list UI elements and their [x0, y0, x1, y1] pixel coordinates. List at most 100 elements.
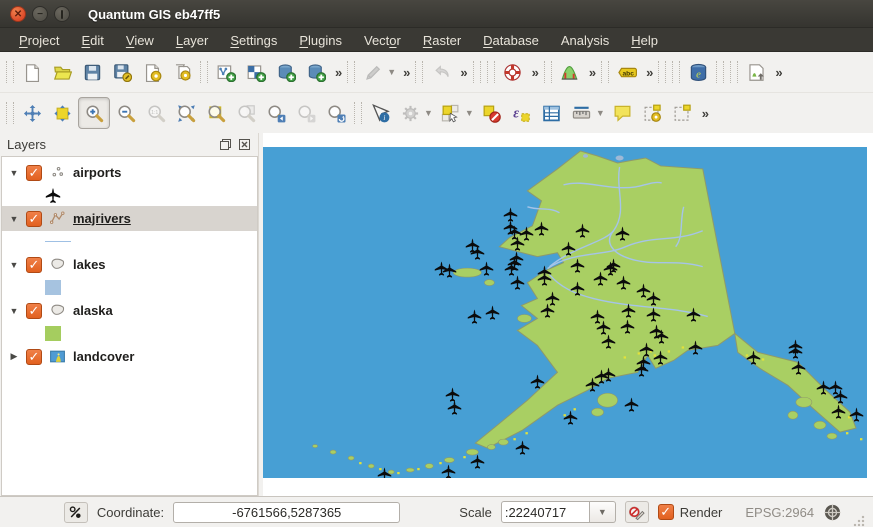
title-bar[interactable]: ✕ − Quantum GIS eb47ff5: [0, 0, 873, 28]
toolbar-drag-handle[interactable]: [716, 61, 724, 83]
layer-label[interactable]: majrivers: [73, 211, 131, 226]
layer-label[interactable]: lakes: [73, 257, 106, 272]
layer-expander-icon[interactable]: ▼: [9, 260, 19, 270]
toolbar-drag-handle[interactable]: [6, 61, 14, 83]
dropdown-arrow-icon[interactable]: ▼: [424, 108, 433, 118]
add-spatialite-layer-button[interactable]: [302, 58, 330, 86]
toolbar-drag-handle[interactable]: [200, 61, 208, 83]
zoom-native-resolution-button[interactable]: 1:1: [142, 99, 170, 127]
float-panel-icon[interactable]: [218, 138, 232, 152]
scale-dropdown-icon[interactable]: ▼: [590, 501, 616, 523]
layer-expander-icon[interactable]: ▶: [9, 351, 19, 362]
toolbar-drag-handle[interactable]: [601, 61, 609, 83]
menu-vector[interactable]: Vector: [353, 30, 412, 51]
toolbar-drag-handle[interactable]: [347, 61, 355, 83]
labeling-button[interactable]: abc: [613, 58, 641, 86]
menu-plugins[interactable]: Plugins: [288, 30, 353, 51]
scale-combo[interactable]: :22240717 ▼: [501, 501, 616, 523]
pan-to-selection-button[interactable]: [48, 99, 76, 127]
toolbar-overflow-icon[interactable]: »: [532, 65, 537, 80]
layer-expander-icon[interactable]: ▼: [9, 214, 19, 224]
zoom-out-button[interactable]: [112, 99, 140, 127]
select-by-expression-button[interactable]: ε: [508, 99, 536, 127]
layer-visibility-checkbox[interactable]: ✓: [26, 349, 42, 365]
raster-histogram-button[interactable]: [556, 58, 584, 86]
layer-item-landcover[interactable]: ▶ ✓ landcover: [2, 344, 257, 369]
help-contents-button[interactable]: [499, 58, 527, 86]
close-window-icon[interactable]: ✕: [10, 6, 26, 22]
layer-item-lakes[interactable]: ▼ ✓ lakes: [2, 252, 257, 277]
menu-layer[interactable]: Layer: [165, 30, 220, 51]
menu-settings[interactable]: Settings: [219, 30, 288, 51]
menu-project[interactable]: Project: [8, 30, 70, 51]
stop-render-icon[interactable]: [625, 501, 649, 523]
layer-visibility-checkbox[interactable]: ✓: [26, 165, 42, 181]
zoom-next-button[interactable]: [292, 99, 320, 127]
deselect-features-button[interactable]: [478, 99, 506, 127]
map-tips-button[interactable]: [609, 99, 637, 127]
map-canvas[interactable]: [263, 133, 873, 496]
save-project-as-button[interactable]: [108, 58, 136, 86]
menu-analysis[interactable]: Analysis: [550, 30, 620, 51]
composer-manager-button[interactable]: [168, 58, 196, 86]
toolbar-overflow-icon[interactable]: »: [702, 106, 707, 121]
scale-value[interactable]: :22240717: [501, 501, 590, 523]
refresh-map-button[interactable]: [322, 99, 350, 127]
minimize-window-icon[interactable]: −: [32, 6, 48, 22]
layer-visibility-checkbox[interactable]: ✓: [26, 257, 42, 273]
select-features-button[interactable]: [437, 99, 465, 127]
layer-expander-icon[interactable]: ▼: [9, 306, 19, 316]
zoom-to-layer-button[interactable]: [202, 99, 230, 127]
new-bookmark-button[interactable]: [639, 99, 667, 127]
layer-visibility-checkbox[interactable]: ✓: [26, 303, 42, 319]
resize-grip[interactable]: [853, 515, 865, 527]
toolbar-overflow-icon[interactable]: »: [460, 65, 465, 80]
save-project-button[interactable]: [78, 58, 106, 86]
open-attribute-table-button[interactable]: [538, 99, 566, 127]
coordinate-input[interactable]: [173, 502, 400, 523]
layer-label[interactable]: landcover: [73, 349, 134, 364]
zoom-previous-button[interactable]: [262, 99, 290, 127]
add-raster-layer-button[interactable]: [242, 58, 270, 86]
toolbar-drag-handle[interactable]: [730, 61, 738, 83]
layer-item-alaska[interactable]: ▼✓alaska: [2, 298, 257, 323]
toolbar-overflow-icon[interactable]: »: [646, 65, 651, 80]
add-postgis-layer-button[interactable]: [272, 58, 300, 86]
layer-item-airports[interactable]: ▼✓airports: [2, 160, 257, 185]
menu-help[interactable]: Help: [620, 30, 669, 51]
render-checkbox[interactable]: ✓: [658, 504, 674, 520]
toolbar-overflow-icon[interactable]: »: [403, 65, 408, 80]
layer-item-majrivers[interactable]: ▼ ✓ majrivers: [2, 206, 257, 231]
menu-edit[interactable]: Edit: [70, 30, 114, 51]
zoom-full-extent-button[interactable]: [172, 99, 200, 127]
maximize-window-icon[interactable]: [54, 6, 70, 22]
toolbar-overflow-icon[interactable]: »: [775, 65, 780, 80]
toolbar-drag-handle[interactable]: [672, 61, 680, 83]
zoom-in-button[interactable]: [78, 97, 110, 129]
toolbar-drag-handle[interactable]: [487, 61, 495, 83]
pan-map-button[interactable]: [18, 99, 46, 127]
layer-expander-icon[interactable]: ▼: [9, 168, 19, 178]
toolbar-drag-handle[interactable]: [6, 102, 14, 124]
show-bookmarks-button[interactable]: [669, 99, 697, 127]
toggle-editing-button[interactable]: [359, 58, 387, 86]
dropdown-arrow-icon[interactable]: ▼: [465, 108, 474, 118]
db-manager-button[interactable]: e: [684, 58, 712, 86]
toolbar-drag-handle[interactable]: [658, 61, 666, 83]
identify-features-button[interactable]: i: [366, 99, 394, 127]
toolbar-drag-handle[interactable]: [415, 61, 423, 83]
toolbar-drag-handle[interactable]: [354, 102, 362, 124]
crs-globe-icon[interactable]: [823, 503, 842, 522]
menu-database[interactable]: Database: [472, 30, 550, 51]
new-project-button[interactable]: [18, 58, 46, 86]
menu-raster[interactable]: Raster: [412, 30, 472, 51]
mouse-position-icon[interactable]: [64, 502, 88, 523]
undo-button[interactable]: [427, 58, 455, 86]
new-print-composer-button[interactable]: [138, 58, 166, 86]
mapserver-export-button[interactable]: [742, 58, 770, 86]
add-vector-layer-button[interactable]: [212, 58, 240, 86]
map-tool-settings-button[interactable]: [396, 99, 424, 127]
toolbar-overflow-icon[interactable]: »: [335, 65, 340, 80]
dropdown-arrow-icon[interactable]: ▼: [387, 67, 396, 77]
layer-visibility-checkbox[interactable]: ✓: [26, 211, 42, 227]
